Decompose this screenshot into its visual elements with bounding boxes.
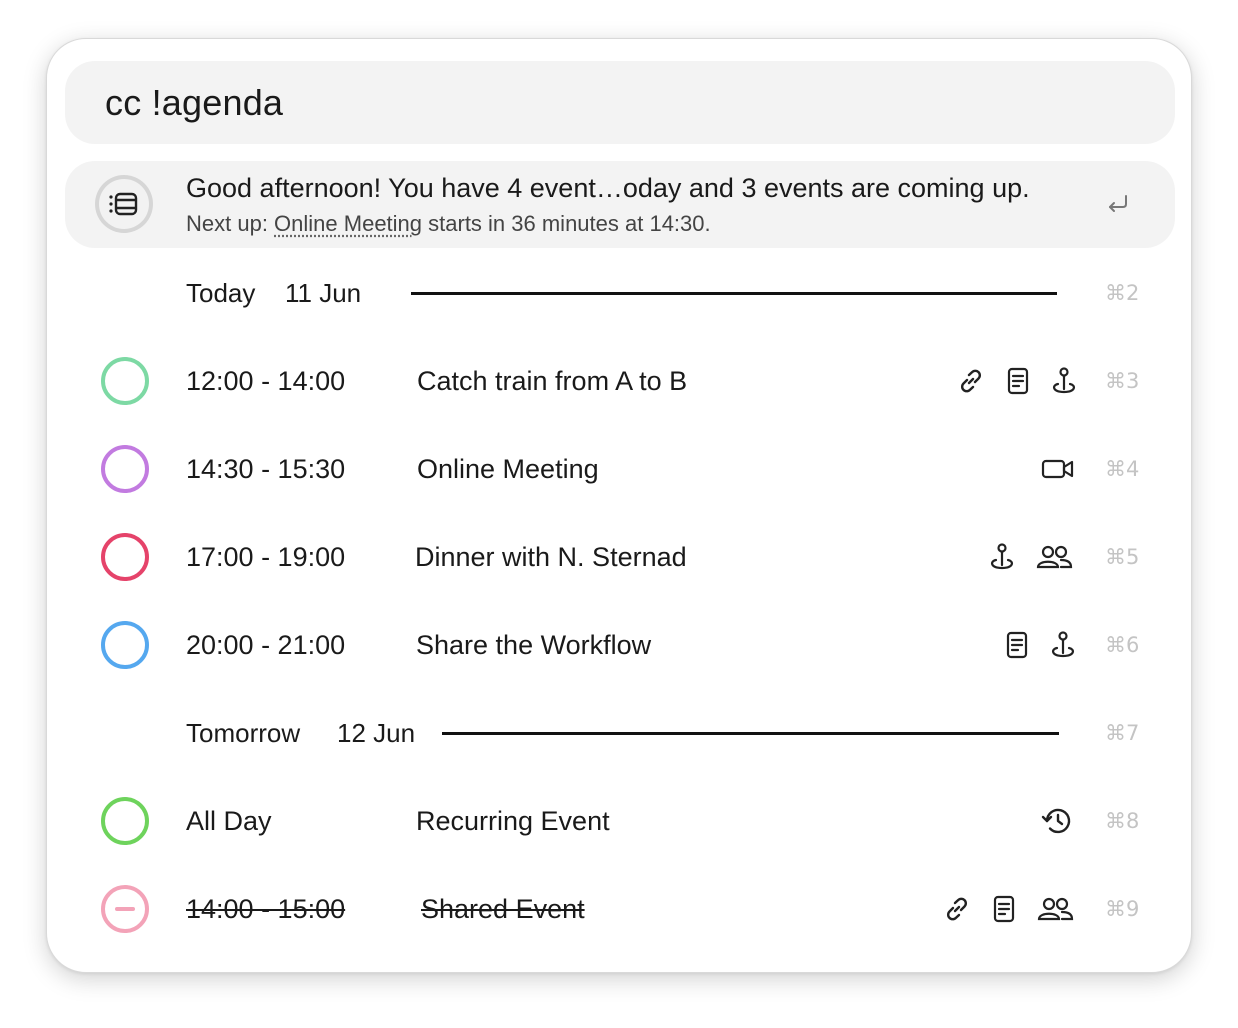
notes-icon[interactable] [1001, 629, 1033, 661]
event-time: 14:00 - 15:00 [186, 894, 346, 924]
summary-sub-suffix: starts in 36 minutes at 14:30. [422, 211, 711, 236]
event-icons [955, 365, 1075, 397]
section-header-tomorrow[interactable]: Tomorrow 12 Jun ⌘7 [47, 703, 1193, 763]
summary-subtitle: Next up: Online Meeting starts in 36 min… [186, 211, 711, 237]
link-icon[interactable] [941, 893, 973, 925]
shortcut-hint: ⌘9 [1105, 897, 1140, 921]
event-row[interactable]: 12:00 - 14:00 Catch train from A to B ⌘3 [47, 337, 1193, 425]
declined-dash [115, 907, 135, 911]
calendar-color-circle [101, 533, 149, 581]
event-icons [1001, 629, 1081, 661]
link-icon[interactable] [955, 365, 987, 397]
calendar-color-circle [101, 357, 149, 405]
agenda-window: cc !agenda Good afternoon! You have 4 ev… [46, 38, 1192, 973]
event-icons [986, 541, 1078, 573]
summary-title: Good afternoon! You have 4 event…oday an… [186, 173, 1030, 203]
shortcut-hint: ⌘4 [1105, 457, 1140, 481]
shortcut-hint: ⌘6 [1105, 633, 1140, 657]
attendees-icon[interactable] [1035, 893, 1075, 925]
section-date: 12 Jun [337, 718, 416, 748]
section-divider [411, 292, 1057, 295]
event-icons [1040, 453, 1076, 485]
video-icon[interactable] [1040, 453, 1076, 485]
calendar-color-circle [101, 445, 149, 493]
agenda-list-icon [95, 175, 153, 233]
attendees-icon[interactable] [1034, 541, 1074, 573]
location-icon[interactable] [1047, 629, 1079, 661]
search-bar[interactable]: cc !agenda [65, 61, 1175, 144]
section-date: 11 Jun [285, 278, 362, 308]
event-row-declined[interactable]: 14:00 - 15:00 Shared Event ⌘9 [47, 865, 1193, 953]
event-title: Recurring Event [416, 806, 610, 836]
declined-status-circle [101, 885, 149, 933]
section-header-today[interactable]: Today 11 Jun ⌘2 [47, 263, 1193, 323]
event-icons [1041, 805, 1075, 837]
calendar-color-circle [101, 797, 149, 845]
event-row[interactable]: 20:00 - 21:00 Share the Workflow ⌘6 [47, 601, 1193, 689]
section-divider [442, 732, 1059, 735]
event-title: Catch train from A to B [417, 366, 688, 396]
event-title: Online Meeting [417, 454, 599, 484]
event-title: Share the Workflow [416, 630, 652, 660]
shortcut-hint: ⌘5 [1105, 545, 1140, 569]
section-day: Tomorrow [186, 718, 301, 748]
shortcut-hint: ⌘3 [1105, 369, 1140, 393]
event-icons [941, 893, 1081, 925]
event-time: All Day [186, 806, 272, 836]
event-row[interactable]: 14:30 - 15:30 Online Meeting ⌘4 [47, 425, 1193, 513]
notes-icon[interactable] [988, 893, 1020, 925]
shortcut-hint: ⌘8 [1105, 809, 1140, 833]
return-icon [1105, 193, 1131, 215]
search-input[interactable]: cc !agenda [105, 61, 283, 144]
event-title: Shared Event [421, 894, 585, 924]
event-title: Dinner with N. Sternad [415, 542, 687, 572]
event-time: 20:00 - 21:00 [186, 630, 346, 660]
event-time: 17:00 - 19:00 [186, 542, 346, 572]
location-icon[interactable] [1048, 365, 1080, 397]
section-day: Today [186, 278, 256, 308]
notes-icon[interactable] [1002, 365, 1034, 397]
next-event-link[interactable]: Online Meeting [274, 211, 422, 236]
agenda-summary-item[interactable]: Good afternoon! You have 4 event…oday an… [65, 161, 1175, 248]
summary-sub-prefix: Next up: [186, 211, 275, 236]
event-row[interactable]: All Day Recurring Event ⌘8 [47, 777, 1193, 865]
shortcut-hint: ⌘2 [1105, 281, 1140, 305]
calendar-color-circle [101, 621, 149, 669]
event-time: 12:00 - 14:00 [186, 366, 346, 396]
event-row[interactable]: 17:00 - 19:00 Dinner with N. Sternad ⌘5 [47, 513, 1193, 601]
location-icon[interactable] [986, 541, 1018, 573]
shortcut-hint: ⌘7 [1105, 721, 1140, 745]
event-time: 14:30 - 15:30 [186, 454, 346, 484]
recurring-icon[interactable] [1041, 805, 1075, 837]
